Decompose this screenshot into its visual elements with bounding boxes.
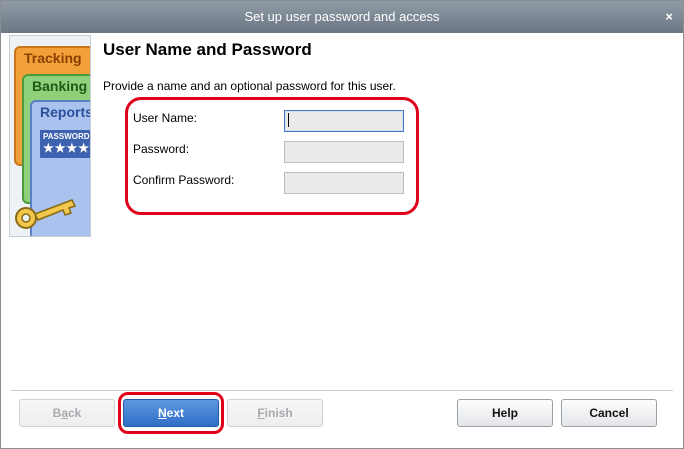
confirm-password-label: Confirm Password:: [133, 173, 235, 187]
back-button[interactable]: Back: [19, 399, 115, 427]
setup-user-password-dialog: Set up user password and access × Tracki…: [0, 0, 684, 449]
page-title: User Name and Password: [103, 40, 312, 59]
back-button-label: Back: [52, 406, 82, 420]
title-bar: Set up user password and access ×: [1, 1, 683, 33]
illustration-panel: Tracking Banking Reports PASSWORD ★★★★: [9, 35, 91, 237]
cancel-button-label: Cancel: [589, 406, 629, 420]
text-caret: [288, 113, 289, 127]
password-strip-text: PASSWORD: [43, 132, 90, 141]
close-icon[interactable]: ×: [665, 1, 673, 33]
user-name-label: User Name:: [133, 111, 198, 125]
password-stars: ★★★★: [43, 141, 91, 155]
next-button-label: Next: [157, 406, 184, 420]
user-name-input[interactable]: [284, 110, 404, 132]
button-divider: [11, 390, 673, 392]
window-title: Set up user password and access: [244, 9, 440, 24]
confirm-password-input[interactable]: [284, 172, 404, 194]
password-label: Password:: [133, 142, 190, 156]
key-icon: [15, 199, 77, 229]
finish-button[interactable]: Finish: [227, 399, 323, 427]
help-button[interactable]: Help: [457, 399, 553, 427]
password-input[interactable]: [284, 141, 404, 163]
password-strip: PASSWORD ★★★★: [40, 130, 91, 158]
banking-card-label: Banking: [32, 78, 88, 94]
tracking-card-label: Tracking: [24, 50, 82, 66]
reports-card-label: Reports: [40, 104, 91, 120]
help-button-label: Help: [491, 406, 518, 420]
finish-button-label: Finish: [257, 406, 293, 420]
dialog-content: Tracking Banking Reports PASSWORD ★★★★ U…: [1, 33, 683, 448]
cancel-button[interactable]: Cancel: [561, 399, 657, 427]
instruction-text: Provide a name and an optional password …: [103, 79, 396, 93]
next-button[interactable]: Next: [123, 399, 219, 427]
